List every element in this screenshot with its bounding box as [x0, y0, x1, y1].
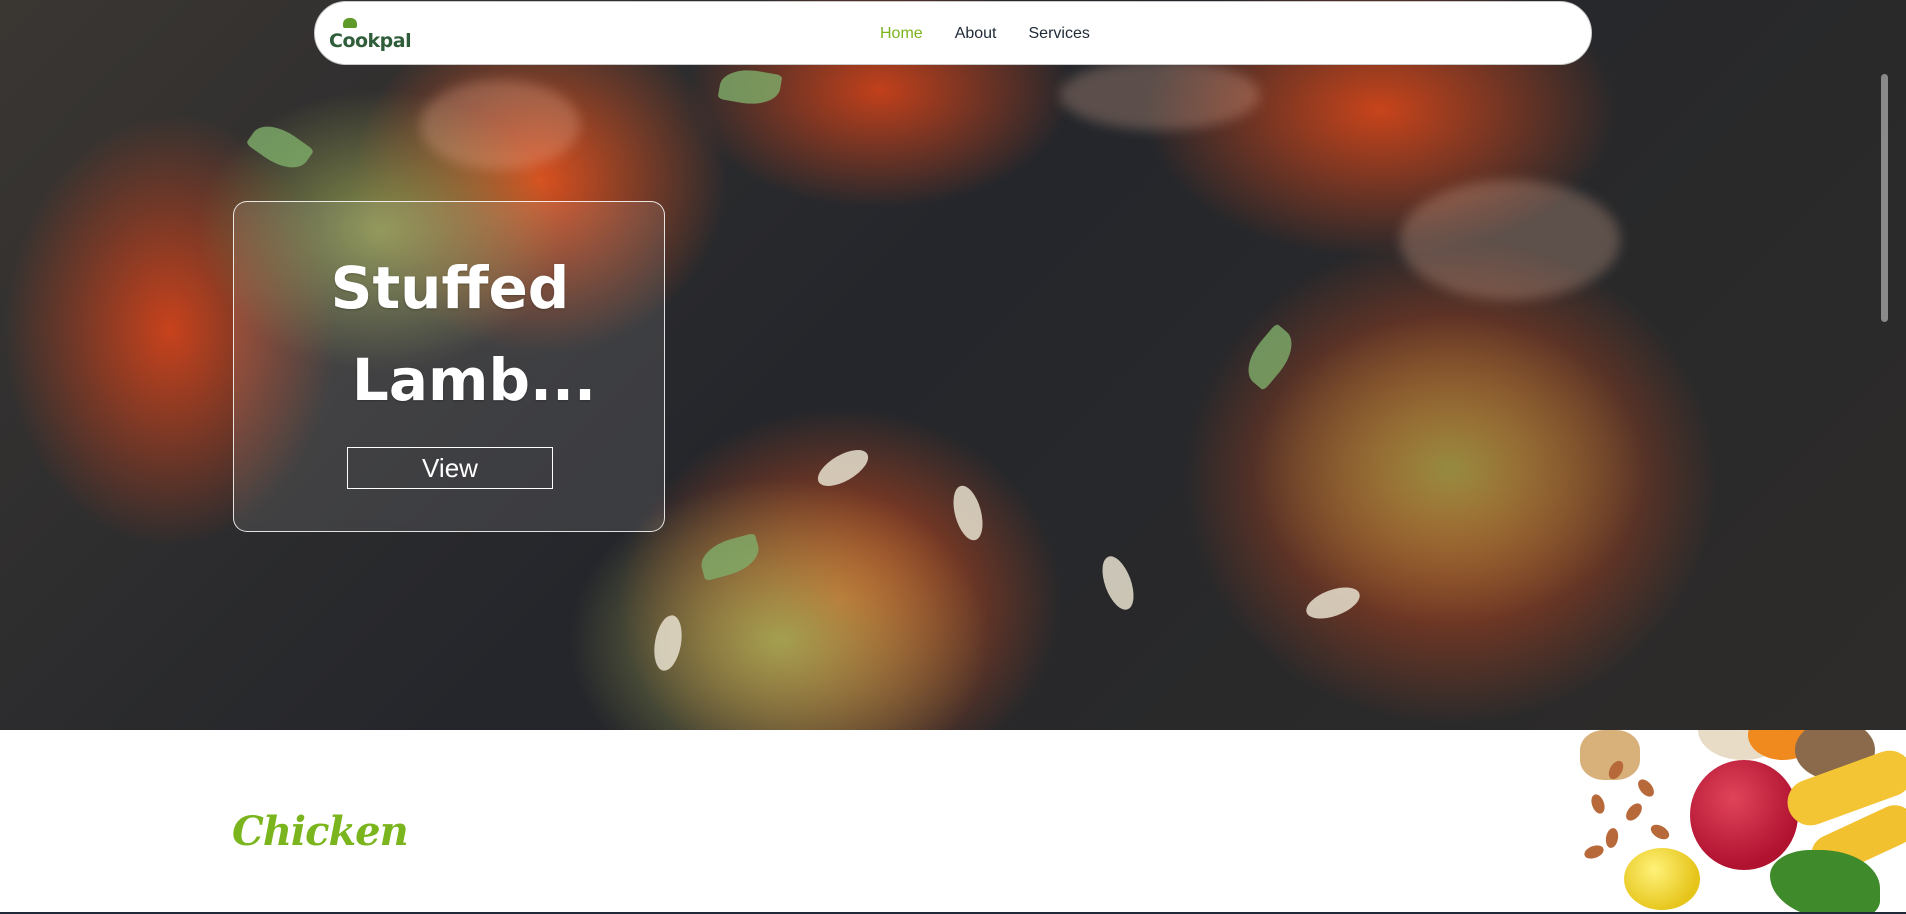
section-heading-chicken: Chicken — [232, 808, 409, 855]
view-recipe-button[interactable]: View — [347, 447, 553, 489]
logo-text: Cookpal — [329, 30, 412, 52]
recipe-title: Stuffed Lamb... — [234, 242, 666, 426]
nav-item-about[interactable]: About — [955, 25, 997, 43]
recipe-title-line1: Stuffed — [330, 254, 570, 322]
produce-decoration — [1580, 730, 1906, 914]
nav-item-home[interactable]: Home — [880, 25, 923, 43]
scrollbar-thumb[interactable] — [1881, 74, 1888, 322]
top-navbar: Cookpal Home About Services — [314, 1, 1592, 65]
chef-hat-icon — [343, 18, 357, 28]
nav-links: Home About Services — [880, 2, 1090, 66]
logo[interactable]: Cookpal — [329, 16, 412, 52]
featured-recipe-card: Stuffed Lamb... View — [233, 201, 665, 532]
nav-item-services[interactable]: Services — [1029, 25, 1090, 43]
recipe-title-line2: Lamb... — [351, 346, 597, 414]
